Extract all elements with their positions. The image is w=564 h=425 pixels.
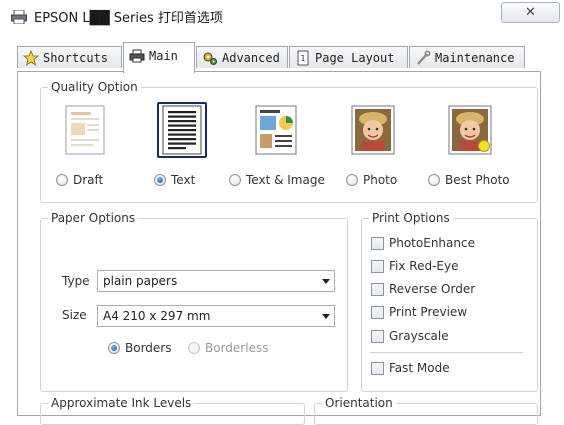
checkbox-box: [371, 259, 384, 273]
best-photo-quality-icon[interactable]: [447, 104, 493, 156]
printer-icon: [11, 10, 27, 24]
checkbox-box: [371, 282, 384, 296]
photo-quality-icon[interactable]: [350, 104, 396, 156]
radio-indicator: [108, 342, 120, 354]
tab-strip: Shortcuts Main Advanced 1 Page Layout Ma…: [17, 40, 537, 73]
page-icon: 1: [297, 50, 309, 65]
checkbox-photoenhance[interactable]: PhotoEnhance: [371, 236, 475, 250]
tab-shortcuts[interactable]: Shortcuts: [17, 46, 122, 68]
close-button[interactable]: ✕: [501, 2, 560, 23]
radio-text[interactable]: Text: [154, 173, 195, 187]
radio-label: Best Photo: [445, 173, 510, 187]
divider: [370, 352, 523, 353]
radio-borders[interactable]: Borders: [108, 341, 171, 355]
tab-label: Maintenance: [435, 50, 515, 65]
type-label: Type: [62, 274, 90, 288]
checkbox-fast-mode[interactable]: Fast Mode: [371, 361, 450, 375]
title-bar: EPSON L██ Series 打印首选项 ✕: [0, 0, 564, 34]
tab-maintenance[interactable]: Maintenance: [409, 46, 525, 68]
checkbox-label: Fast Mode: [389, 361, 450, 375]
svg-text:1: 1: [300, 54, 305, 63]
checkbox-fix-red-eye[interactable]: Fix Red-Eye: [371, 259, 458, 273]
draft-quality-icon[interactable]: [63, 104, 109, 156]
select-value: plain papers: [103, 274, 178, 288]
chevron-down-icon: [322, 279, 330, 284]
tab-advanced[interactable]: Advanced: [196, 46, 288, 68]
tab-main[interactable]: Main: [123, 42, 195, 73]
tab-label: Shortcuts: [43, 50, 109, 65]
radio-text-image[interactable]: Text & Image: [229, 173, 325, 187]
star-icon: [23, 49, 39, 66]
radio-indicator: [346, 174, 358, 186]
text-image-quality-icon[interactable]: [253, 104, 299, 156]
checkbox-label: PhotoEnhance: [389, 236, 475, 250]
radio-indicator: [229, 174, 241, 186]
radio-draft[interactable]: Draft: [56, 173, 103, 187]
tab-page-layout[interactable]: 1 Page Layout: [289, 46, 408, 68]
paper-type-select[interactable]: plain papers: [97, 270, 335, 292]
radio-best-photo[interactable]: Best Photo: [428, 173, 510, 187]
printer-icon: [129, 49, 145, 63]
checkbox-print-preview[interactable]: Print Preview: [371, 305, 467, 319]
checkbox-box: [371, 236, 384, 250]
text-quality-icon[interactable]: [157, 102, 207, 158]
radio-label: Borders: [125, 341, 172, 355]
radio-indicator: [428, 174, 440, 186]
radio-label: Photo: [363, 173, 398, 187]
radio-indicator: [188, 342, 200, 354]
tab-label: Advanced: [222, 50, 280, 65]
chevron-down-icon: [322, 314, 330, 319]
paper-size-select[interactable]: A4 210 x 297 mm: [97, 305, 335, 327]
radio-borderless[interactable]: Borderless: [188, 341, 268, 355]
group-label: Quality Option: [48, 80, 141, 94]
group-label: Print Options: [369, 211, 453, 225]
radio-label: Text: [171, 173, 196, 187]
select-value: A4 210 x 297 mm: [103, 309, 211, 323]
radio-photo[interactable]: Photo: [346, 173, 397, 187]
radio-label: Draft: [73, 173, 104, 187]
checkbox-label: Print Preview: [389, 305, 468, 319]
tab-label: Main: [149, 49, 178, 63]
checkbox-label: Fix Red-Eye: [389, 259, 459, 273]
checkbox-reverse-order[interactable]: Reverse Order: [371, 282, 475, 296]
checkbox-label: Grayscale: [389, 329, 449, 343]
group-label: Paper Options: [48, 211, 139, 225]
checkbox-box: [371, 361, 384, 375]
gears-icon: [203, 52, 217, 65]
ink-levels-group: Approximate Ink Levels: [40, 396, 305, 425]
checkbox-box: [371, 329, 384, 343]
size-label: Size: [62, 308, 87, 322]
radio-indicator: [154, 174, 166, 186]
radio-label: Text & Image: [246, 173, 325, 187]
radio-indicator: [56, 174, 68, 186]
checkbox-label: Reverse Order: [389, 282, 476, 296]
radio-label: Borderless: [205, 341, 269, 355]
tab-label: Page Layout: [315, 50, 395, 65]
wrench-icon: [417, 49, 431, 65]
orientation-group: Orientation: [314, 396, 538, 425]
window-title: EPSON L██ Series 打印首选项: [34, 11, 223, 26]
checkbox-box: [371, 305, 384, 319]
checkbox-grayscale[interactable]: Grayscale: [371, 329, 449, 343]
